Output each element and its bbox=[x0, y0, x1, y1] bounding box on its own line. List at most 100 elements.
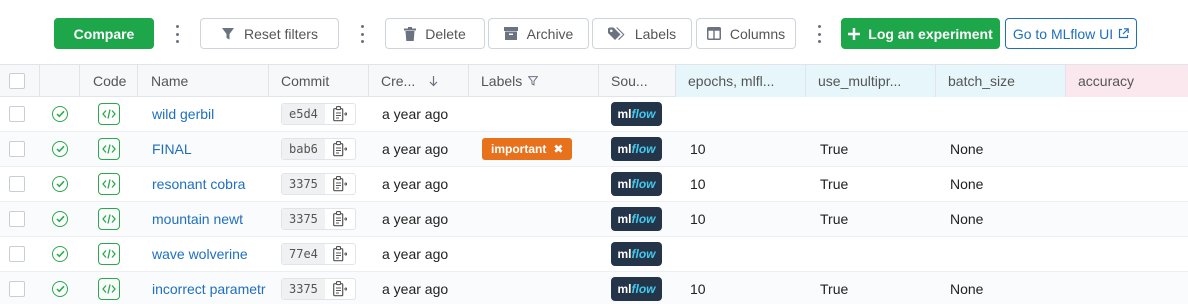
more-options-icon[interactable] bbox=[359, 25, 365, 43]
commit-cell: 3375 bbox=[281, 272, 356, 304]
accuracy-header[interactable]: accuracy bbox=[1066, 65, 1188, 97]
run-name-link[interactable]: resonant cobra bbox=[152, 176, 245, 192]
epochs-cell: 10 bbox=[690, 211, 706, 227]
code-icon[interactable] bbox=[98, 138, 120, 160]
code-icon[interactable] bbox=[98, 243, 120, 265]
commit-hash: 77e4 bbox=[282, 244, 325, 264]
select-all-checkbox[interactable] bbox=[9, 73, 25, 89]
use-multiprocessing-header[interactable]: use_multipr... bbox=[806, 65, 936, 97]
row-checkbox[interactable] bbox=[9, 246, 25, 262]
epochs-header[interactable]: epochs, mlfl... bbox=[676, 65, 806, 97]
commit-cell: 3375 bbox=[281, 202, 356, 236]
row-checkbox-cell bbox=[9, 132, 25, 166]
name-cell: incorrect parametr bbox=[152, 272, 269, 304]
filter-icon bbox=[221, 27, 235, 41]
commit-header[interactable]: Commit bbox=[269, 65, 369, 97]
run-name-link[interactable]: wild gerbil bbox=[152, 106, 214, 122]
table-row[interactable]: FINAL bab6 a year ago important ✖ ml flow 10 Tru… bbox=[0, 132, 1188, 167]
commit-cell: e5d4 bbox=[281, 97, 356, 131]
select-all-cell bbox=[0, 65, 40, 97]
mlflow-logo: ml flow bbox=[611, 172, 662, 196]
table-row[interactable]: wave wolverine 77e4 a year ago ml flow bbox=[0, 237, 1188, 272]
copy-icon[interactable] bbox=[325, 104, 355, 124]
code-icon[interactable] bbox=[98, 278, 120, 300]
code-icon[interactable] bbox=[98, 173, 120, 195]
commit-badge: e5d4 bbox=[281, 103, 356, 125]
toolbar: Compare Reset filters Delete Archive Lab… bbox=[0, 0, 1188, 64]
name-header[interactable]: Name bbox=[138, 65, 269, 97]
labels-button[interactable]: Labels bbox=[592, 18, 692, 49]
copy-icon[interactable] bbox=[325, 279, 355, 299]
row-checkbox-cell bbox=[9, 202, 25, 236]
plus-icon bbox=[848, 27, 861, 40]
use-multiprocessing-cell: True bbox=[820, 281, 849, 297]
created-cell: a year ago bbox=[382, 211, 449, 227]
sort-arrow-down-icon[interactable] bbox=[429, 75, 438, 87]
code-header[interactable]: Code bbox=[80, 65, 138, 97]
compare-button[interactable]: Compare bbox=[54, 18, 154, 49]
tags-icon bbox=[607, 27, 626, 41]
mlflow-logo: ml flow bbox=[611, 277, 662, 301]
run-name-link[interactable]: incorrect parametr bbox=[152, 281, 266, 297]
compare-label: Compare bbox=[73, 25, 135, 42]
mlflow-logo: ml flow bbox=[611, 102, 662, 126]
code-cell bbox=[98, 97, 120, 131]
more-options-icon[interactable] bbox=[174, 25, 180, 43]
copy-icon[interactable] bbox=[325, 139, 355, 159]
source-header[interactable]: Sou... bbox=[599, 65, 676, 97]
row-checkbox[interactable] bbox=[9, 176, 25, 192]
table-row[interactable]: incorrect parametr 3375 a year ago ml flow 10… bbox=[0, 272, 1188, 304]
copy-icon[interactable] bbox=[325, 244, 355, 264]
table-row[interactable]: mountain newt 3375 a year ago ml flow 10 True N… bbox=[0, 202, 1188, 237]
name-cell: mountain newt bbox=[152, 202, 269, 236]
run-name-link[interactable]: FINAL bbox=[152, 141, 192, 157]
check-circle-icon bbox=[52, 246, 68, 262]
commit-badge: 77e4 bbox=[281, 243, 356, 265]
labels-header[interactable]: Labels bbox=[469, 65, 599, 97]
copy-icon[interactable] bbox=[325, 174, 355, 194]
label-tag-text: important bbox=[491, 142, 547, 156]
status-cell bbox=[52, 237, 68, 271]
reset-filters-button[interactable]: Reset filters bbox=[200, 18, 339, 49]
row-checkbox[interactable] bbox=[9, 141, 25, 157]
code-icon[interactable] bbox=[98, 103, 120, 125]
batch-size-header[interactable]: batch_size bbox=[936, 65, 1066, 97]
label-tag[interactable]: important ✖ bbox=[482, 138, 573, 160]
labels-label: Labels bbox=[634, 25, 677, 42]
code-cell bbox=[98, 272, 120, 304]
reset-filters-label: Reset filters bbox=[244, 25, 318, 42]
archive-icon bbox=[503, 27, 518, 40]
status-cell bbox=[52, 97, 68, 131]
status-header bbox=[40, 65, 80, 97]
archive-button[interactable]: Archive bbox=[488, 18, 589, 49]
row-checkbox[interactable] bbox=[9, 106, 25, 122]
created-cell: a year ago bbox=[382, 106, 449, 122]
epochs-cell: 10 bbox=[690, 141, 706, 157]
batch-size-cell: None bbox=[950, 141, 984, 157]
code-icon[interactable] bbox=[98, 208, 120, 230]
commit-cell: bab6 bbox=[281, 132, 356, 166]
check-circle-icon bbox=[52, 281, 68, 297]
created-header[interactable]: Cre... bbox=[369, 65, 469, 97]
labels-cell: important ✖ bbox=[482, 132, 573, 166]
table-row[interactable]: wild gerbil e5d4 a year ago ml flow bbox=[0, 97, 1188, 132]
copy-icon[interactable] bbox=[325, 209, 355, 229]
epochs-cell: 10 bbox=[690, 176, 706, 192]
columns-icon bbox=[706, 27, 721, 40]
table-row[interactable]: resonant cobra 3375 a year ago ml flow 10 True… bbox=[0, 167, 1188, 202]
filter-icon[interactable] bbox=[528, 76, 539, 86]
columns-button[interactable]: Columns bbox=[696, 18, 796, 49]
remove-label-icon[interactable]: ✖ bbox=[553, 142, 563, 156]
log-experiment-button[interactable]: Log an experiment bbox=[841, 18, 1000, 49]
run-name-link[interactable]: wave wolverine bbox=[152, 246, 248, 262]
more-options-icon[interactable] bbox=[816, 25, 822, 43]
delete-button[interactable]: Delete bbox=[385, 18, 485, 49]
row-checkbox[interactable] bbox=[9, 281, 25, 297]
source-cell: ml flow bbox=[611, 202, 662, 236]
use-multiprocessing-cell: True bbox=[820, 211, 849, 227]
go-to-mlflow-button[interactable]: Go to MLflow UI bbox=[1005, 18, 1137, 49]
row-checkbox[interactable] bbox=[9, 211, 25, 227]
check-circle-icon bbox=[52, 141, 68, 157]
commit-cell: 77e4 bbox=[281, 237, 356, 271]
run-name-link[interactable]: mountain newt bbox=[152, 211, 243, 227]
